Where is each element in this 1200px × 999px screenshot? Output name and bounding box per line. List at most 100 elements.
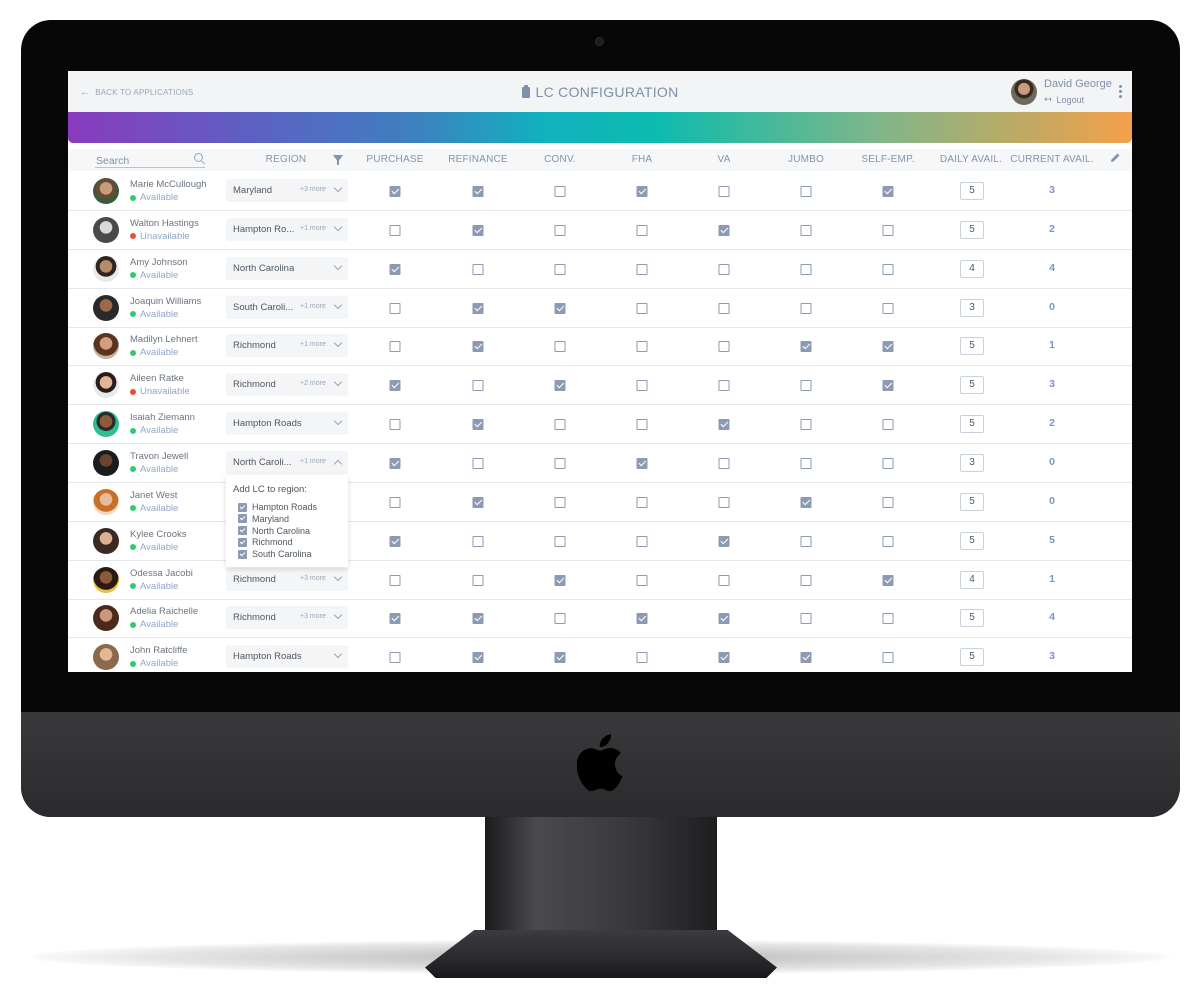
checkbox-jumbo[interactable] bbox=[800, 419, 812, 431]
option-checkbox[interactable] bbox=[238, 502, 247, 512]
region-select[interactable]: Richmond +1 more bbox=[226, 334, 348, 358]
checkbox-fha[interactable] bbox=[636, 224, 648, 236]
checkbox-va[interactable] bbox=[718, 224, 730, 236]
checkbox-refinance[interactable] bbox=[472, 496, 484, 508]
daily-avail-input[interactable]: 5 bbox=[960, 531, 984, 550]
checkbox-jumbo[interactable] bbox=[800, 263, 812, 275]
checkbox-fha[interactable] bbox=[636, 419, 648, 431]
daily-avail-input[interactable]: 5 bbox=[960, 337, 984, 356]
checkbox-self-emp[interactable] bbox=[882, 652, 894, 664]
daily-avail-input[interactable]: 5 bbox=[960, 376, 984, 395]
checkbox-self-emp[interactable] bbox=[882, 613, 894, 625]
daily-avail-input[interactable]: 5 bbox=[960, 415, 984, 434]
region-select[interactable]: North Carolina bbox=[226, 256, 348, 280]
daily-avail-input[interactable]: 3 bbox=[960, 453, 984, 472]
checkbox-self-emp[interactable] bbox=[882, 380, 894, 392]
checkbox-jumbo[interactable] bbox=[800, 302, 812, 314]
checkbox-conv[interactable] bbox=[554, 224, 566, 236]
checkbox-self-emp[interactable] bbox=[882, 457, 894, 469]
checkbox-fha[interactable] bbox=[636, 263, 648, 275]
checkbox-va[interactable] bbox=[718, 419, 730, 431]
column-header[interactable]: VA bbox=[718, 154, 731, 165]
checkbox-refinance[interactable] bbox=[472, 224, 484, 236]
checkbox-fha[interactable] bbox=[636, 613, 648, 625]
region-select[interactable]: Richmond +3 more bbox=[226, 606, 348, 630]
column-header[interactable]: JUMBO bbox=[788, 154, 824, 165]
checkbox-va[interactable] bbox=[718, 341, 730, 353]
checkbox-va[interactable] bbox=[718, 457, 730, 469]
filter-icon[interactable] bbox=[333, 155, 343, 165]
checkbox-self-emp[interactable] bbox=[882, 341, 894, 353]
checkbox-self-emp[interactable] bbox=[882, 186, 894, 197]
column-header[interactable]: CONV. bbox=[544, 154, 576, 165]
option-checkbox[interactable] bbox=[238, 537, 247, 547]
search-input[interactable] bbox=[95, 153, 186, 167]
checkbox-refinance[interactable] bbox=[472, 263, 484, 275]
checkbox-purchase[interactable] bbox=[389, 419, 401, 431]
checkbox-purchase[interactable] bbox=[389, 302, 401, 314]
region-select[interactable]: South Caroli... +1 more bbox=[226, 295, 348, 319]
checkbox-conv[interactable] bbox=[554, 419, 566, 431]
checkbox-refinance[interactable] bbox=[472, 652, 484, 664]
checkbox-jumbo[interactable] bbox=[800, 496, 812, 508]
checkbox-va[interactable] bbox=[718, 613, 730, 625]
checkbox-va[interactable] bbox=[718, 535, 730, 547]
checkbox-conv[interactable] bbox=[554, 535, 566, 547]
region-option[interactable]: Maryland bbox=[238, 514, 289, 524]
region-select[interactable]: Maryland +3 more bbox=[226, 179, 348, 202]
checkbox-va[interactable] bbox=[718, 652, 730, 664]
checkbox-conv[interactable] bbox=[554, 380, 566, 392]
checkbox-purchase[interactable] bbox=[389, 457, 401, 469]
region-select[interactable]: Hampton Ro... +1 more bbox=[226, 217, 348, 241]
daily-avail-input[interactable]: 5 bbox=[960, 648, 984, 667]
checkbox-refinance[interactable] bbox=[472, 613, 484, 625]
checkbox-fha[interactable] bbox=[636, 186, 648, 197]
daily-avail-input[interactable]: 5 bbox=[960, 220, 984, 239]
checkbox-self-emp[interactable] bbox=[882, 302, 894, 314]
region-select[interactable]: Richmond +3 more bbox=[226, 567, 348, 591]
checkbox-fha[interactable] bbox=[636, 457, 648, 469]
checkbox-conv[interactable] bbox=[554, 186, 566, 197]
checkbox-refinance[interactable] bbox=[472, 186, 484, 197]
checkbox-purchase[interactable] bbox=[389, 613, 401, 625]
checkbox-purchase[interactable] bbox=[389, 224, 401, 236]
checkbox-conv[interactable] bbox=[554, 457, 566, 469]
checkbox-va[interactable] bbox=[718, 496, 730, 508]
checkbox-jumbo[interactable] bbox=[800, 535, 812, 547]
region-select[interactable]: Richmond +2 more bbox=[226, 373, 348, 397]
checkbox-jumbo[interactable] bbox=[800, 457, 812, 469]
option-checkbox[interactable] bbox=[238, 549, 247, 559]
checkbox-self-emp[interactable] bbox=[882, 574, 894, 586]
checkbox-self-emp[interactable] bbox=[882, 224, 894, 236]
checkbox-refinance[interactable] bbox=[472, 535, 484, 547]
checkbox-purchase[interactable] bbox=[389, 496, 401, 508]
checkbox-fha[interactable] bbox=[636, 652, 648, 664]
region-option[interactable]: North Carolina bbox=[238, 526, 310, 536]
checkbox-purchase[interactable] bbox=[389, 652, 401, 664]
region-option[interactable]: Richmond bbox=[238, 537, 293, 547]
column-header[interactable]: DAILY AVAIL. bbox=[940, 154, 1002, 165]
option-checkbox[interactable] bbox=[238, 526, 247, 536]
checkbox-jumbo[interactable] bbox=[800, 574, 812, 586]
checkbox-conv[interactable] bbox=[554, 263, 566, 275]
checkbox-purchase[interactable] bbox=[389, 535, 401, 547]
column-header[interactable]: REGION bbox=[266, 154, 307, 165]
checkbox-self-emp[interactable] bbox=[882, 535, 894, 547]
checkbox-refinance[interactable] bbox=[472, 419, 484, 431]
checkbox-refinance[interactable] bbox=[472, 341, 484, 353]
checkbox-jumbo[interactable] bbox=[800, 224, 812, 236]
checkbox-conv[interactable] bbox=[554, 341, 566, 353]
checkbox-refinance[interactable] bbox=[472, 574, 484, 586]
checkbox-va[interactable] bbox=[718, 186, 730, 197]
edit-pencil-icon[interactable] bbox=[1110, 152, 1121, 163]
checkbox-fha[interactable] bbox=[636, 302, 648, 314]
checkbox-purchase[interactable] bbox=[389, 263, 401, 275]
column-header[interactable]: FHA bbox=[632, 154, 653, 165]
column-header[interactable]: PURCHASE bbox=[366, 154, 423, 165]
checkbox-jumbo[interactable] bbox=[800, 613, 812, 625]
checkbox-purchase[interactable] bbox=[389, 574, 401, 586]
checkbox-self-emp[interactable] bbox=[882, 419, 894, 431]
checkbox-va[interactable] bbox=[718, 574, 730, 586]
region-option[interactable]: Hampton Roads bbox=[238, 502, 317, 512]
checkbox-purchase[interactable] bbox=[389, 341, 401, 353]
